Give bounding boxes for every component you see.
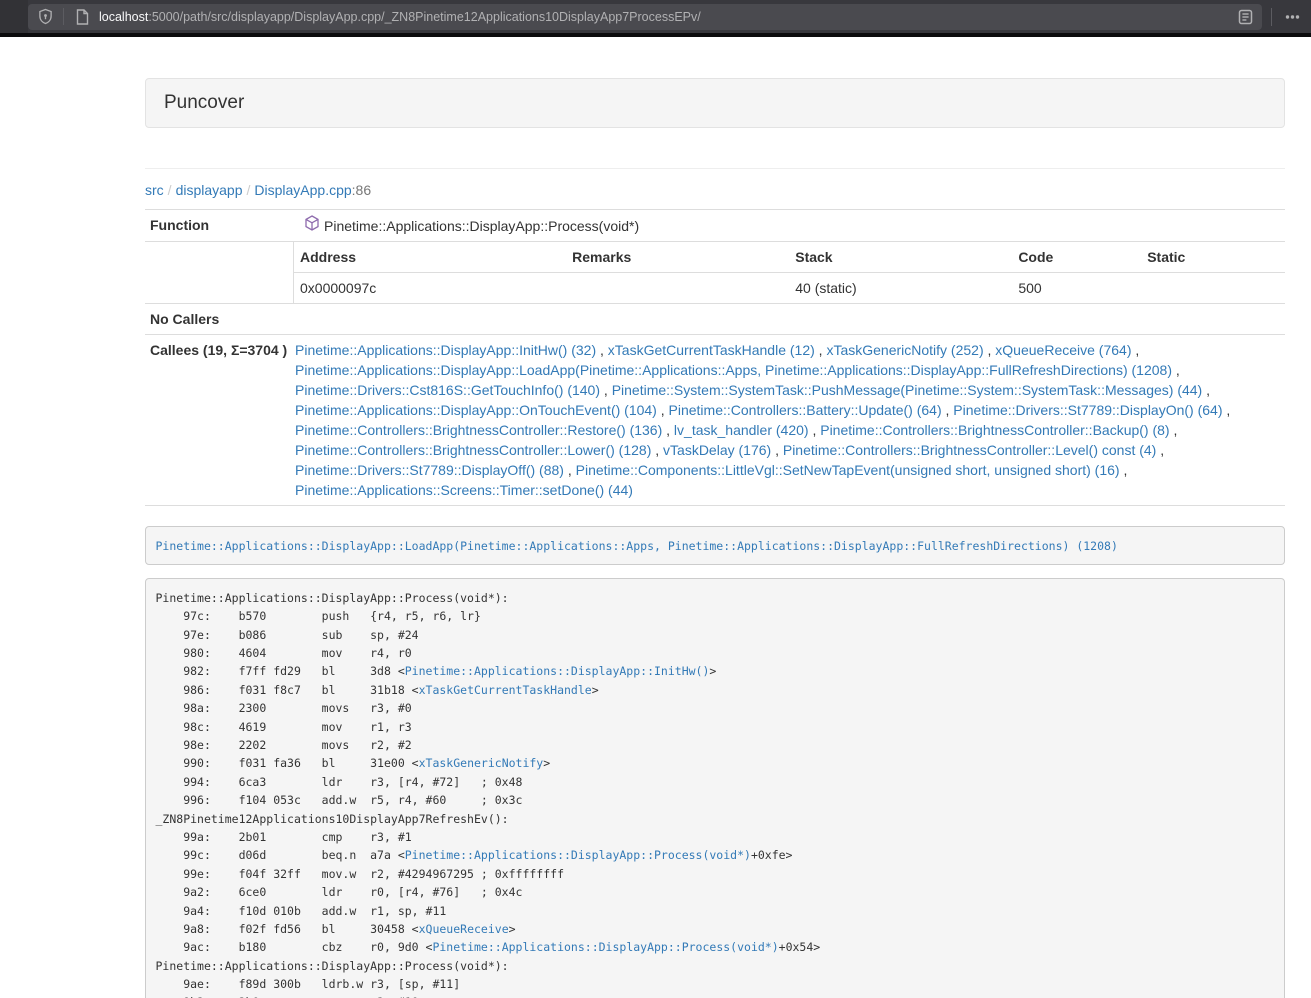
function-name: Pinetime::Applications::DisplayApp::Proc… bbox=[324, 216, 639, 236]
metrics-table: AddressRemarksStackCodeStatic 0x0000097c… bbox=[293, 242, 1285, 303]
callee-link[interactable]: Pinetime::Drivers::St7789::DisplayOff() … bbox=[295, 462, 564, 478]
callee-link[interactable]: Pinetime::Applications::DisplayApp::Load… bbox=[295, 362, 1172, 378]
package-cube-icon bbox=[305, 215, 319, 236]
metrics-column-header: Static bbox=[1141, 242, 1285, 273]
metrics-value: 500 bbox=[1012, 273, 1141, 304]
code-symbol-link[interactable]: Pinetime::Applications::DisplayApp::Proc… bbox=[432, 940, 778, 954]
callee-link[interactable]: Pinetime::Drivers::Cst816S::GetTouchInfo… bbox=[295, 382, 600, 398]
code-symbol-link[interactable]: Pinetime::Applications::DisplayApp::Proc… bbox=[405, 848, 751, 862]
url-bar[interactable]: localhost:5000/path/src/displayapp/Displ… bbox=[28, 4, 1262, 30]
assembly-listing: Pinetime::Applications::DisplayApp::Proc… bbox=[145, 578, 1285, 998]
callee-link[interactable]: lv_task_handler (420) bbox=[674, 422, 809, 438]
breadcrumb-link[interactable]: DisplayApp.cpp bbox=[254, 182, 351, 198]
breadcrumb-separator: / bbox=[243, 182, 255, 198]
browser-toolbar: localhost:5000/path/src/displayapp/Displ… bbox=[0, 0, 1311, 33]
app-title-box: Puncover bbox=[145, 78, 1285, 128]
assembly-line: 9b2: 2b0a cmp r3, #10 bbox=[156, 993, 1275, 998]
symbol-detail-table: Function Pinetime::Applications::Display… bbox=[145, 209, 1285, 506]
code-symbol-link[interactable]: xTaskGetCurrentTaskHandle bbox=[419, 683, 592, 697]
callers-row: No Callers bbox=[145, 304, 1285, 335]
breadcrumb-separator: / bbox=[164, 182, 176, 198]
toolbar-left-area bbox=[0, 0, 28, 33]
callee-link[interactable]: xTaskGenericNotify (252) bbox=[826, 342, 983, 358]
assembly-line: 98c: 4619 mov r1, r3 bbox=[156, 718, 1275, 736]
url-host: localhost bbox=[99, 10, 148, 24]
callee-link[interactable]: Pinetime::Controllers::Battery::Update()… bbox=[669, 402, 942, 418]
callees-label: Callees (19, Σ=3704 ) bbox=[145, 335, 293, 506]
callee-link[interactable]: Pinetime::Applications::Screens::Timer::… bbox=[295, 482, 633, 498]
assembly-line: 9ac: b180 cbz r0, 9d0 <Pinetime::Applica… bbox=[156, 938, 1275, 956]
code-symbol-link[interactable]: Pinetime::Applications::DisplayApp::Init… bbox=[405, 664, 710, 678]
metrics-column-header: Address bbox=[294, 242, 567, 273]
assembly-line: 990: f031 fa36 bl 31e00 <xTaskGenericNot… bbox=[156, 754, 1275, 772]
assembly-line: Pinetime::Applications::DisplayApp::Proc… bbox=[156, 957, 1275, 975]
breadcrumb-line-number: :86 bbox=[352, 182, 371, 198]
callee-link[interactable]: vTaskDelay (176) bbox=[663, 442, 771, 458]
metrics-column-header: Stack bbox=[789, 242, 1012, 273]
callees-row: Callees (19, Σ=3704 ) Pinetime::Applicat… bbox=[145, 335, 1285, 506]
toolbar-divider bbox=[1271, 8, 1272, 26]
urlbar-divider bbox=[63, 8, 64, 25]
selected-callee-box: Pinetime::Applications::DisplayApp::Load… bbox=[145, 526, 1285, 565]
reader-mode-icon[interactable] bbox=[1234, 6, 1256, 28]
metrics-row: AddressRemarksStackCodeStatic 0x0000097c… bbox=[145, 242, 1285, 304]
assembly-line: 99c: d06d beq.n a7a <Pinetime::Applicati… bbox=[156, 846, 1275, 864]
page-container: Puncover src/displayapp/DisplayApp.cpp:8… bbox=[145, 78, 1285, 998]
callees-list: Pinetime::Applications::DisplayApp::Init… bbox=[293, 335, 1285, 506]
callee-link[interactable]: xQueueReceive (764) bbox=[995, 342, 1131, 358]
callee-link[interactable]: Pinetime::System::SystemTask::PushMessag… bbox=[612, 382, 1203, 398]
assembly-line: 9a4: f10d 010b add.w r1, sp, #11 bbox=[156, 902, 1275, 920]
breadcrumb-link[interactable]: src bbox=[145, 182, 164, 198]
metrics-value: 40 (static) bbox=[789, 273, 1012, 304]
url-path: :5000/path/src/displayapp/DisplayApp.cpp… bbox=[148, 10, 700, 24]
assembly-line: 99e: f04f 32ff mov.w r2, #4294967295 ; 0… bbox=[156, 865, 1275, 883]
assembly-line: 97c: b570 push {r4, r5, r6, lr} bbox=[156, 607, 1275, 625]
assembly-line: 986: f031 f8c7 bl 31b18 <xTaskGetCurrent… bbox=[156, 681, 1275, 699]
shield-icon[interactable] bbox=[34, 6, 56, 28]
assembly-line: 994: 6ca3 ldr r3, [r4, #72] ; 0x48 bbox=[156, 773, 1275, 791]
callee-link[interactable]: Pinetime::Drivers::St7789::DisplayOn() (… bbox=[953, 402, 1222, 418]
function-row: Function Pinetime::Applications::Display… bbox=[145, 210, 1285, 242]
assembly-line: 97e: b086 sub sp, #24 bbox=[156, 626, 1275, 644]
no-callers-label: No Callers bbox=[145, 304, 293, 335]
callee-link[interactable]: Pinetime::Applications::DisplayApp::Init… bbox=[295, 342, 596, 358]
callee-link[interactable]: Pinetime::Controllers::BrightnessControl… bbox=[295, 442, 651, 458]
assembly-line: 99a: 2b01 cmp r3, #1 bbox=[156, 828, 1275, 846]
assembly-line: _ZN8Pinetime12Applications10DisplayApp7R… bbox=[156, 810, 1275, 828]
page-title: Puncover bbox=[164, 92, 244, 113]
page-icon bbox=[71, 6, 93, 28]
function-label: Function bbox=[145, 210, 293, 242]
divider bbox=[145, 168, 1285, 169]
assembly-line: 9a8: f02f fd56 bl 30458 <xQueueReceive> bbox=[156, 920, 1275, 938]
assembly-line: 980: 4604 mov r4, r0 bbox=[156, 644, 1275, 662]
callee-link[interactable]: Pinetime::Applications::DisplayApp::OnTo… bbox=[295, 402, 657, 418]
assembly-line: 996: f104 053c add.w r5, r4, #60 ; 0x3c bbox=[156, 791, 1275, 809]
code-symbol-link[interactable]: xQueueReceive bbox=[419, 922, 509, 936]
assembly-line: Pinetime::Applications::DisplayApp::Proc… bbox=[156, 589, 1275, 607]
callee-link[interactable]: Pinetime::Components::LittleVgl::SetNewT… bbox=[576, 462, 1120, 478]
metrics-value: 0x0000097c bbox=[294, 273, 567, 304]
load-app-link[interactable]: Pinetime::Applications::DisplayApp::Load… bbox=[156, 539, 1118, 553]
breadcrumb: src/displayapp/DisplayApp.cpp:86 bbox=[145, 180, 1285, 200]
assembly-line: 9a2: 6ce0 ldr r0, [r4, #76] ; 0x4c bbox=[156, 883, 1275, 901]
assembly-line: 9ae: f89d 300b ldrb.w r3, [sp, #11] bbox=[156, 975, 1275, 993]
assembly-line: 982: f7ff fd29 bl 3d8 <Pinetime::Applica… bbox=[156, 662, 1275, 680]
overflow-menu-icon[interactable] bbox=[1281, 6, 1303, 28]
toolbar-bottom-edge bbox=[0, 33, 1311, 37]
callee-link[interactable]: Pinetime::Controllers::BrightnessControl… bbox=[820, 422, 1169, 438]
callee-link[interactable]: Pinetime::Controllers::BrightnessControl… bbox=[295, 422, 662, 438]
assembly-line: 98e: 2202 movs r2, #2 bbox=[156, 736, 1275, 754]
breadcrumb-link[interactable]: displayapp bbox=[176, 182, 243, 198]
metrics-value bbox=[1141, 273, 1285, 304]
metrics-value bbox=[566, 273, 789, 304]
callee-link[interactable]: Pinetime::Controllers::BrightnessControl… bbox=[783, 442, 1156, 458]
metrics-column-header: Code bbox=[1012, 242, 1141, 273]
metrics-column-header: Remarks bbox=[566, 242, 789, 273]
url-text[interactable]: localhost:5000/path/src/displayapp/Displ… bbox=[99, 10, 1234, 24]
assembly-line: 98a: 2300 movs r3, #0 bbox=[156, 699, 1275, 717]
code-symbol-link[interactable]: xTaskGenericNotify bbox=[419, 756, 544, 770]
callee-link[interactable]: xTaskGetCurrentTaskHandle (12) bbox=[608, 342, 815, 358]
